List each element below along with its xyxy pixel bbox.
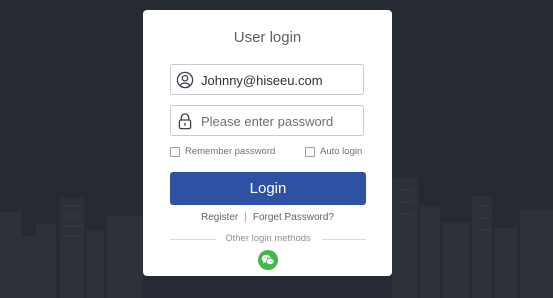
password-input[interactable] — [201, 111, 357, 131]
login-title: User login — [233, 29, 302, 46]
auto-login-checkbox[interactable]: Auto login — [305, 146, 362, 157]
username-field[interactable] — [170, 64, 364, 95]
other-login-methods-divider: Other login methods — [170, 233, 366, 245]
forget-password-link[interactable]: Forget Password? — [253, 212, 334, 223]
auto-login-label: Auto login — [320, 146, 363, 157]
remember-password-box[interactable] — [170, 146, 180, 157]
divider-line-right — [322, 239, 366, 240]
wechat-login-button[interactable] — [258, 250, 278, 270]
password-field[interactable] — [170, 105, 364, 136]
user-icon — [176, 71, 194, 89]
link-separator: | — [244, 212, 247, 223]
remember-password-label: Remember password — [185, 146, 276, 157]
lock-icon — [176, 112, 194, 130]
remember-password-checkbox[interactable]: Remember password — [170, 146, 275, 157]
auth-links: Register | Forget Password? — [143, 212, 392, 223]
login-card: User login Remember password Auto login — [143, 10, 392, 276]
wechat-icon — [261, 254, 275, 265]
register-link[interactable]: Register — [201, 212, 238, 223]
username-input[interactable] — [201, 70, 357, 90]
login-button[interactable]: Login — [170, 172, 366, 205]
auto-login-box[interactable] — [305, 146, 315, 157]
